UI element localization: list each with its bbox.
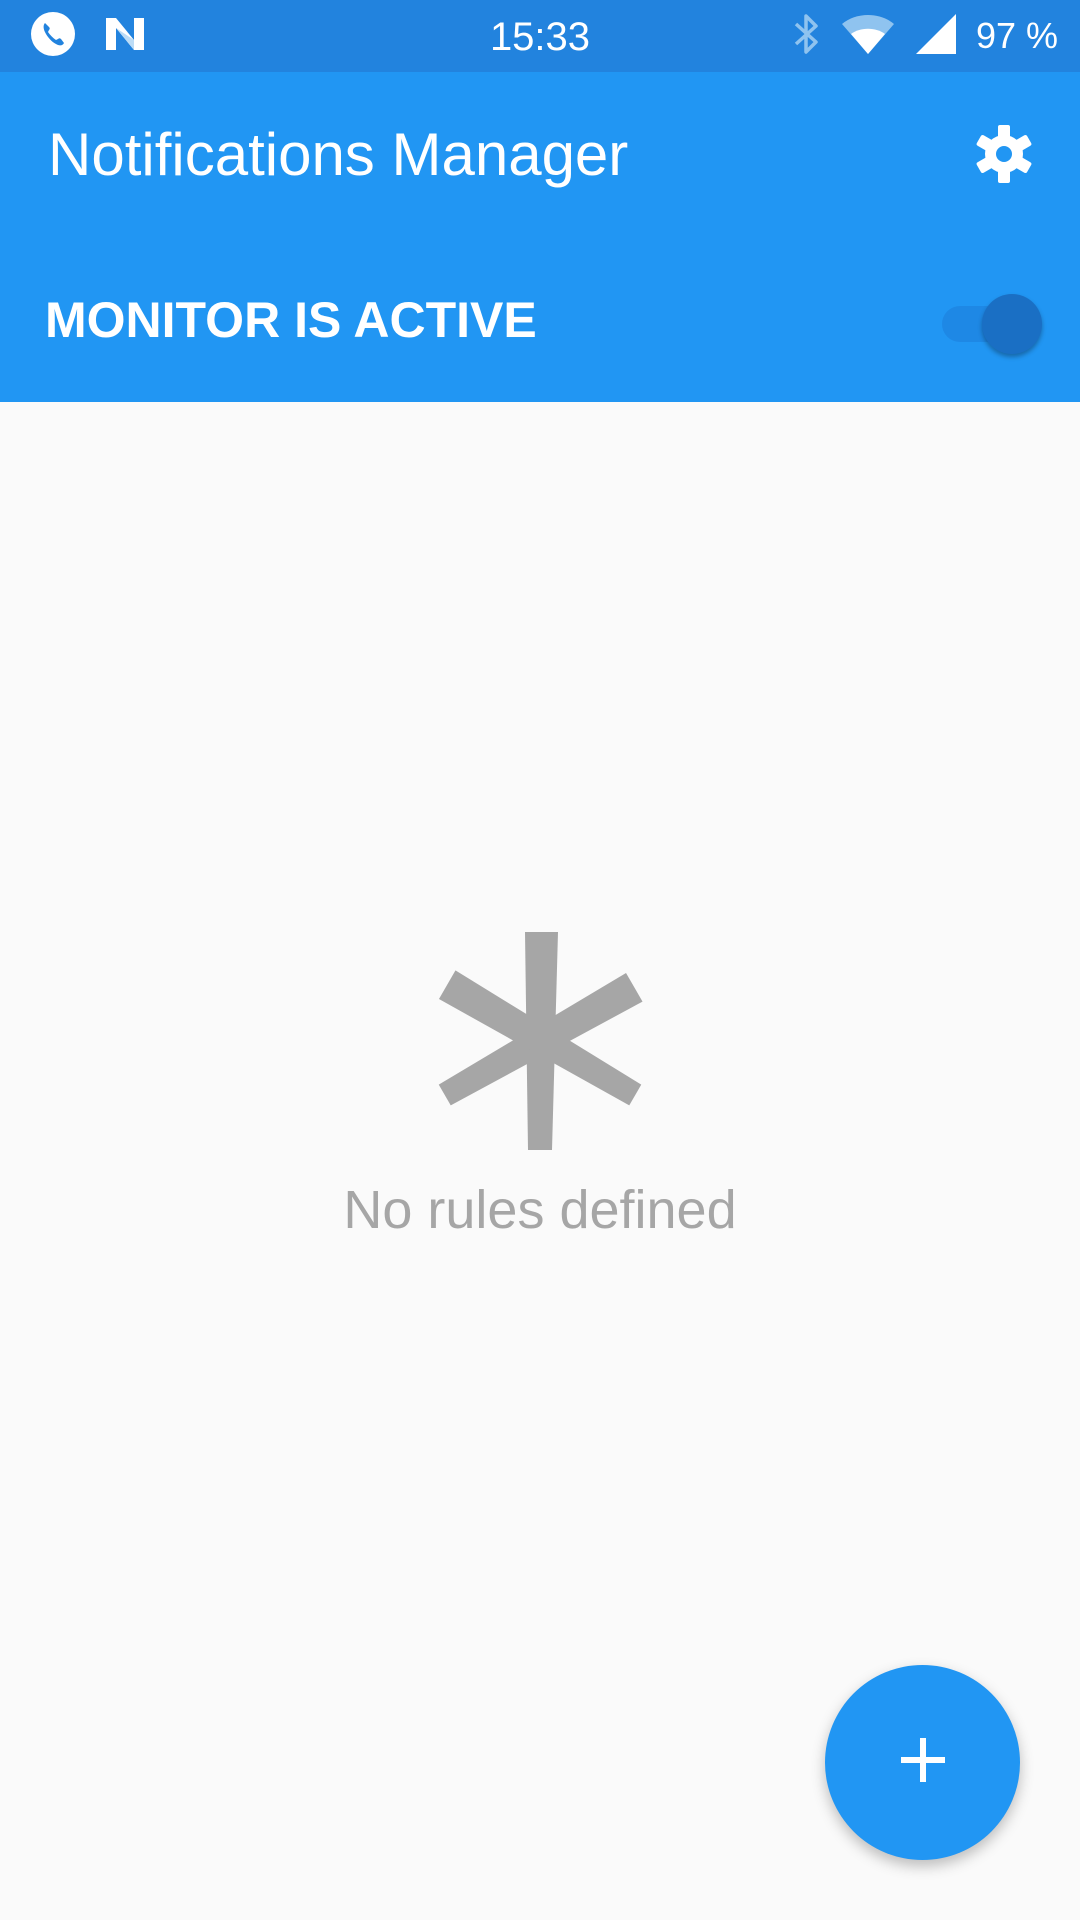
phone-call-icon bbox=[30, 11, 76, 62]
bluetooth-icon bbox=[792, 12, 822, 61]
settings-button[interactable] bbox=[964, 116, 1044, 196]
status-right-icons: 97 % bbox=[792, 10, 1058, 62]
cell-signal-icon bbox=[914, 12, 958, 61]
toggle-thumb bbox=[982, 294, 1042, 354]
monitor-toggle[interactable] bbox=[942, 286, 1042, 356]
plus-icon bbox=[898, 1735, 948, 1790]
empty-state-message: No rules defined bbox=[343, 1180, 737, 1240]
battery-level: 97 % bbox=[975, 15, 1058, 56]
app-bar: Notifications Manager MONITOR IS ACTIVE bbox=[0, 72, 1080, 402]
page-title: Notifications Manager bbox=[48, 121, 629, 188]
empty-state: No rules defined bbox=[0, 920, 1080, 1242]
asterisk-icon bbox=[0, 920, 1080, 1150]
monitor-status-label: MONITOR IS ACTIVE bbox=[45, 292, 537, 348]
n-logo-icon bbox=[102, 14, 148, 59]
add-rule-button[interactable] bbox=[825, 1665, 1020, 1860]
wifi-icon bbox=[840, 12, 896, 61]
gear-icon bbox=[972, 122, 1036, 191]
status-bar: 15:33 97 % bbox=[0, 0, 1080, 72]
status-left-icons bbox=[30, 11, 148, 59]
